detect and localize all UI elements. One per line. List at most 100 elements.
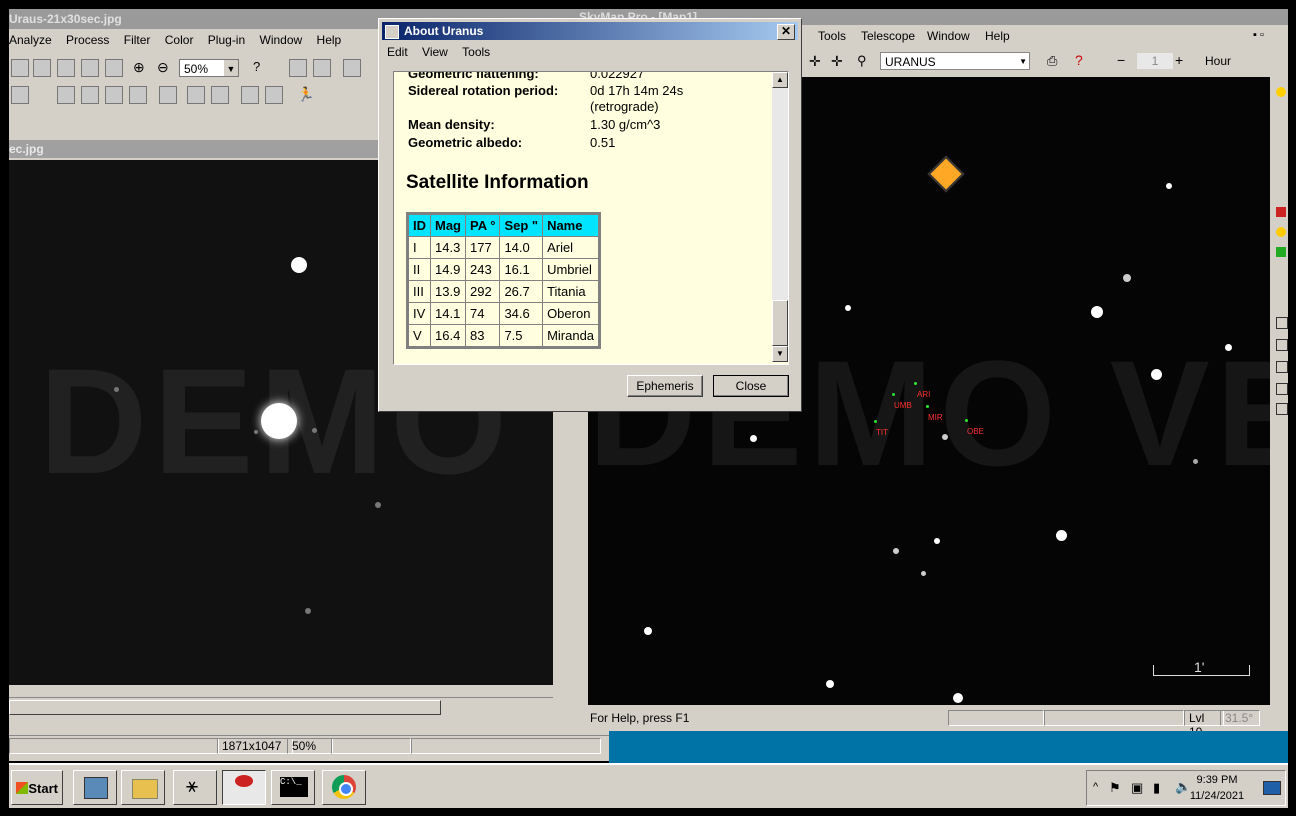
grid-icon[interactable] [1276, 317, 1288, 329]
save-all-icon[interactable] [81, 86, 99, 104]
step-value[interactable]: 1 [1137, 53, 1173, 69]
fit-icon[interactable] [33, 59, 51, 77]
cell-sep: 16.1 [499, 258, 544, 281]
menu-plugin[interactable]: Plug-in [208, 31, 252, 47]
scroll-thumb[interactable] [9, 700, 441, 715]
undo-icon[interactable] [159, 86, 177, 104]
menu-window[interactable]: Window [260, 31, 310, 47]
image-icon[interactable] [11, 59, 29, 77]
menu-process[interactable]: Process [66, 31, 116, 47]
scroll-thumb[interactable] [772, 300, 788, 346]
menu-view[interactable]: View [422, 43, 455, 59]
cell-mag: 14.1 [430, 302, 466, 325]
resize-icon[interactable] [105, 59, 123, 77]
plus-icon[interactable]: + [1175, 52, 1183, 68]
menu-telescope[interactable]: Telescope [861, 27, 922, 43]
chart-icon[interactable] [1276, 383, 1288, 395]
sun-icon[interactable] [1276, 87, 1286, 97]
bulb-icon[interactable] [1276, 227, 1286, 237]
moon-marker[interactable] [926, 405, 929, 408]
telescope-icon[interactable] [1276, 207, 1286, 217]
flip-icon[interactable] [57, 59, 75, 77]
start-button[interactable]: Start [11, 770, 63, 805]
moon-marker[interactable] [892, 393, 895, 396]
chevron-down-icon[interactable]: ▼ [1019, 53, 1027, 71]
paste-icon[interactable] [129, 86, 147, 104]
status-empty-2 [331, 738, 411, 754]
help-cursor-icon[interactable]: ? [1075, 52, 1083, 68]
planet-marker[interactable] [927, 155, 965, 193]
list-icon[interactable] [1276, 361, 1288, 373]
status-pane-2 [1044, 710, 1184, 726]
moon-marker[interactable] [965, 419, 968, 422]
dialog-titlebar: About Uranus ✕ [382, 22, 798, 40]
layers-icon[interactable] [313, 59, 331, 77]
tree-icon[interactable] [1276, 247, 1286, 257]
zoom-in-icon[interactable]: ⊕ [133, 59, 145, 76]
binoculars-icon[interactable]: ⚲ [857, 53, 867, 69]
mdi-restore-icon[interactable]: ▪ ▫ [1253, 29, 1264, 41]
dialog-vertical-scrollbar[interactable]: ▲ ▼ [772, 72, 788, 362]
print-icon[interactable] [187, 86, 205, 104]
menu-window[interactable]: Window [927, 27, 977, 43]
command-prompt-icon[interactable]: C:\_ [271, 770, 315, 805]
menu-tools[interactable]: Tools [462, 43, 497, 59]
crosshair-2-icon[interactable]: ✛ [831, 53, 843, 70]
flag-icon[interactable]: ⚑ [1109, 780, 1121, 796]
chevron-up-icon[interactable]: ^ [1093, 781, 1098, 793]
save-icon[interactable] [57, 86, 75, 104]
chrome-icon[interactable] [322, 770, 366, 805]
prop-label-density: Mean density: [408, 117, 495, 132]
export-icon[interactable] [265, 86, 283, 104]
minus-icon[interactable]: − [1117, 52, 1125, 68]
settings-icon[interactable] [241, 86, 259, 104]
moon-marker[interactable] [914, 382, 917, 385]
menu-tools[interactable]: Tools [818, 27, 853, 43]
open-icon[interactable] [11, 86, 29, 104]
print-preview-icon[interactable] [211, 86, 229, 104]
clock-date[interactable]: 11/24/2021 [1177, 790, 1257, 802]
network-icon[interactable]: ▮ [1153, 780, 1160, 796]
crop-icon[interactable] [81, 59, 99, 77]
chevron-down-icon[interactable]: ▼ [224, 60, 238, 76]
zoom-select[interactable]: 50% ▼ [179, 59, 239, 77]
horizontal-scrollbar[interactable] [9, 697, 553, 716]
scroll-down-icon[interactable]: ▼ [772, 346, 788, 362]
runner-icon[interactable]: 🏃 [297, 86, 314, 103]
crosshair-icon[interactable]: ✛ [809, 53, 821, 70]
telescope-app-icon[interactable]: ⚹ [173, 770, 217, 805]
dialog-title: About Uranus [404, 24, 484, 38]
ephemeris-button[interactable]: Ephemeris [627, 375, 703, 397]
skymap-side-toolbar [1275, 77, 1288, 417]
moon-label-umbriel: UMB [894, 401, 912, 410]
ruler-icon[interactable] [289, 59, 307, 77]
close-icon[interactable]: ✕ [777, 24, 795, 40]
camera-icon[interactable] [1276, 403, 1288, 415]
menu-analyze[interactable]: Analyze [9, 31, 59, 47]
device-icon[interactable]: ▣ [1131, 780, 1143, 796]
server-manager-icon[interactable] [73, 770, 117, 805]
cell-pa: 292 [464, 280, 501, 303]
step-unit-select[interactable]: Hour [1195, 53, 1265, 69]
moon-marker[interactable] [874, 420, 877, 423]
scroll-up-icon[interactable]: ▲ [772, 72, 788, 88]
image-editor-statusbar: 1871x1047 50% [9, 735, 609, 754]
menu-help[interactable]: Help [985, 27, 1017, 43]
clock-time[interactable]: 9:39 PM [1177, 774, 1257, 786]
object-select[interactable]: URANUS ▼ [880, 52, 1030, 70]
document-icon[interactable] [343, 59, 361, 77]
menu-help[interactable]: Help [317, 31, 349, 47]
close-button[interactable]: Close [713, 375, 789, 397]
file-explorer-icon[interactable] [121, 770, 165, 805]
copy-icon[interactable] [105, 86, 123, 104]
table-icon[interactable] [1276, 339, 1288, 351]
print-icon[interactable]: ⎙ [1047, 53, 1057, 69]
show-desktop-icon[interactable] [1263, 781, 1281, 795]
menu-edit[interactable]: Edit [383, 43, 415, 59]
zoom-out-icon[interactable]: ⊖ [157, 59, 169, 76]
help-cursor-icon[interactable]: ? [253, 59, 260, 74]
status-angle: 31.5° [1220, 710, 1260, 726]
menu-color[interactable]: Color [165, 31, 201, 47]
menu-filter[interactable]: Filter [124, 31, 158, 47]
skymap-app-icon[interactable] [222, 770, 266, 805]
